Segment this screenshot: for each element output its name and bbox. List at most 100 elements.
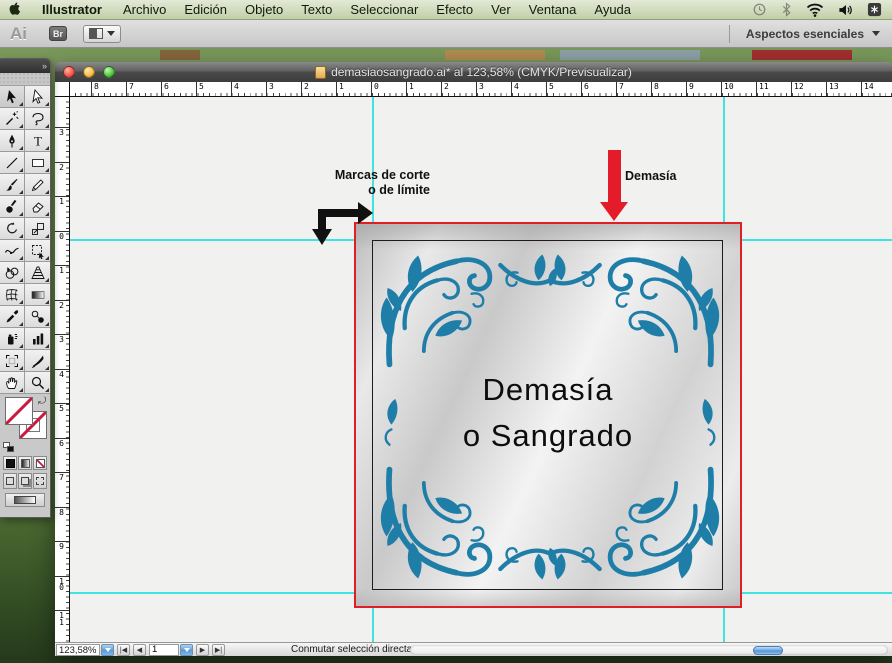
document-window: demasiaosangrado.ai* al 123,58% (CMYK/Pr… xyxy=(55,62,892,656)
ruler-tick xyxy=(406,82,407,97)
direct-selection-tool[interactable] xyxy=(25,86,50,108)
wifi-icon[interactable] xyxy=(806,3,824,17)
selection-tool[interactable] xyxy=(0,86,25,108)
pen-tool[interactable] xyxy=(0,130,25,152)
menu-item-archivo[interactable]: Archivo xyxy=(114,0,175,20)
gradient-button[interactable] xyxy=(18,456,32,470)
canvas[interactable]: Demasía o Sangrado Marcas de corte o de … xyxy=(70,97,892,642)
ruler-origin-corner[interactable] xyxy=(55,82,70,97)
ruler-tick xyxy=(581,82,582,97)
horizontal-scrollbar[interactable] xyxy=(410,645,888,655)
column-graph-tool[interactable] xyxy=(25,328,50,350)
perspective-grid-tool[interactable] xyxy=(25,262,50,284)
paintbrush-tool[interactable] xyxy=(0,174,25,196)
apple-menu[interactable] xyxy=(0,1,30,19)
ruler-tick xyxy=(861,82,862,97)
close-button[interactable] xyxy=(63,66,75,78)
hand-tool[interactable] xyxy=(0,372,25,394)
tools-panel-grip[interactable] xyxy=(0,73,50,86)
default-fill-stroke-icon[interactable] xyxy=(3,442,15,452)
rectangle-tool[interactable] xyxy=(25,152,50,174)
zoom-window-button[interactable] xyxy=(103,66,115,78)
tools-panel-header[interactable]: » xyxy=(0,59,50,73)
time-machine-icon[interactable] xyxy=(752,2,767,17)
type-tool[interactable]: T xyxy=(25,130,50,152)
bridge-button[interactable]: Br xyxy=(49,26,67,41)
scale-tool[interactable] xyxy=(25,218,50,240)
draw-inside-button[interactable] xyxy=(33,473,47,489)
menu-item-objeto[interactable]: Objeto xyxy=(236,0,292,20)
blend-tool[interactable] xyxy=(25,306,50,328)
arrange-documents-button[interactable] xyxy=(83,25,121,43)
ruler-number: 7 xyxy=(619,82,624,91)
rotate-tool[interactable] xyxy=(0,218,25,240)
page-dropdown-button[interactable] xyxy=(180,644,193,656)
blob-brush-tool[interactable] xyxy=(0,196,25,218)
zoom-dropdown-button[interactable] xyxy=(101,644,114,656)
fill-swatch-none[interactable] xyxy=(5,397,33,425)
ruler-tick xyxy=(476,82,477,97)
bluetooth-icon[interactable] xyxy=(781,2,792,17)
line-segment-tool[interactable] xyxy=(0,152,25,174)
menu-bar: IllustratorArchivoEdiciónObjetoTextoSele… xyxy=(0,0,892,20)
ruler-tick xyxy=(651,82,652,97)
workspace-switcher[interactable]: Aspectos esenciales xyxy=(746,27,864,41)
menu-item-ayuda[interactable]: Ayuda xyxy=(585,0,640,20)
mesh-tool[interactable] xyxy=(0,284,25,306)
zoom-level-field[interactable]: 123,58% xyxy=(56,644,100,656)
gradient-tool[interactable] xyxy=(25,284,50,306)
menu-item-efecto[interactable]: Efecto xyxy=(427,0,482,20)
previous-page-button[interactable]: ◀ xyxy=(133,644,146,656)
draw-normal-button[interactable] xyxy=(3,473,17,489)
zoom-tool[interactable] xyxy=(25,372,50,394)
width-tool[interactable] xyxy=(0,240,25,262)
scrollbar-thumb[interactable] xyxy=(753,646,783,655)
shape-builder-tool[interactable] xyxy=(0,262,25,284)
label-text: Demasía o Sangrado xyxy=(356,367,740,459)
first-page-button[interactable]: |◀ xyxy=(117,644,130,656)
menu-item-ventana[interactable]: Ventana xyxy=(520,0,586,20)
label-artwork[interactable]: Demasía o Sangrado xyxy=(356,224,740,606)
ruler-number: 2 xyxy=(304,82,309,91)
symbol-sprayer-tool[interactable] xyxy=(0,328,25,350)
trim-annotation[interactable]: Marcas de corte o de límite xyxy=(335,168,430,198)
artboard-tool[interactable] xyxy=(0,350,25,372)
magic-wand-tool[interactable] xyxy=(0,108,25,130)
menu-item-illustrator[interactable]: Illustrator xyxy=(30,0,114,20)
label-line-2: o Sangrado xyxy=(356,413,740,459)
collapse-panel-icon[interactable]: » xyxy=(42,61,46,71)
bleed-annotation[interactable]: Demasía xyxy=(625,169,676,184)
corner-arrows[interactable] xyxy=(310,195,380,251)
vertical-ruler[interactable]: 32101234567891 01 1 xyxy=(55,97,70,642)
ruler-number: 4 xyxy=(514,82,519,91)
eyedropper-tool[interactable] xyxy=(0,306,25,328)
ruler-number: 4 xyxy=(234,82,239,91)
last-page-button[interactable]: ▶| xyxy=(212,644,225,656)
draw-behind-button[interactable] xyxy=(18,473,32,489)
screen-mode-button[interactable] xyxy=(5,493,45,507)
slice-tool[interactable] xyxy=(25,350,50,372)
input-menu-icon[interactable] xyxy=(867,2,882,17)
menu-item-seleccionar[interactable]: Seleccionar xyxy=(341,0,427,20)
lasso-tool[interactable] xyxy=(25,108,50,130)
ruler-number: 6 xyxy=(164,82,169,91)
horizontal-ruler[interactable]: 8765432101234567891011121314 xyxy=(70,82,892,97)
volume-icon[interactable] xyxy=(838,3,853,17)
bleed-arrow[interactable] xyxy=(608,150,621,202)
color-button[interactable] xyxy=(3,456,17,470)
none-button[interactable] xyxy=(33,456,47,470)
document-icon xyxy=(315,66,326,79)
page-number-field[interactable] xyxy=(149,644,179,656)
minimize-button[interactable] xyxy=(83,66,95,78)
bleed-boundary[interactable]: Demasía o Sangrado xyxy=(354,222,742,608)
menu-item-texto[interactable]: Texto xyxy=(292,0,341,20)
eraser-tool[interactable] xyxy=(25,196,50,218)
pencil-tool[interactable] xyxy=(25,174,50,196)
menu-item-edición[interactable]: Edición xyxy=(175,0,236,20)
window-titlebar[interactable]: demasiaosangrado.ai* al 123,58% (CMYK/Pr… xyxy=(55,62,892,82)
drawing-modes-row xyxy=(0,472,50,490)
menu-item-ver[interactable]: Ver xyxy=(482,0,520,20)
free-transform-tool[interactable] xyxy=(25,240,50,262)
swap-fill-stroke-icon[interactable]: ⤾ xyxy=(38,396,46,407)
next-page-button[interactable]: ▶ xyxy=(196,644,209,656)
